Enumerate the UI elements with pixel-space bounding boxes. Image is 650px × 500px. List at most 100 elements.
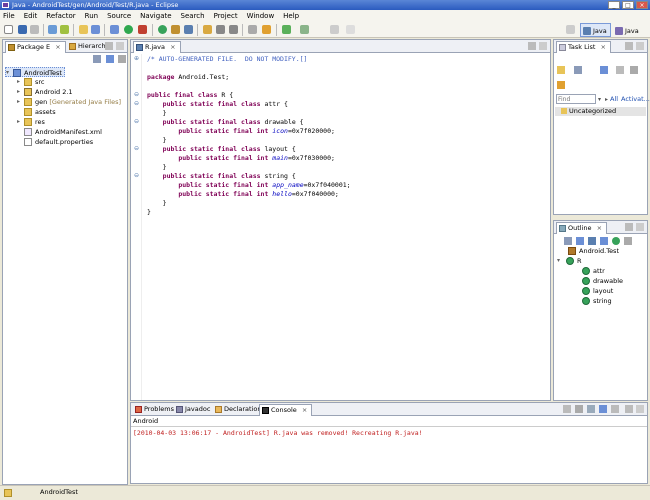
- maximize-view-icon[interactable]: [539, 42, 547, 50]
- tab-package-explorer[interactable]: Package E ×: [5, 41, 66, 53]
- expand-twisty-icon[interactable]: ▸: [17, 117, 23, 127]
- tab-declaration[interactable]: Declaration: [213, 404, 265, 416]
- fold-collapse-icon[interactable]: ⊖: [133, 172, 140, 179]
- minimize-view-icon[interactable]: [625, 223, 633, 231]
- collapse-twisty-icon[interactable]: ▾: [557, 256, 563, 266]
- code-editor[interactable]: ⊕ ⊖ ⊖ ⊖ ⊖ ⊖ /* AUTO-GENERATED FILE. DO N…: [131, 54, 550, 400]
- annotation-prev-icon[interactable]: [229, 25, 238, 34]
- tree-item-assets[interactable]: assets: [17, 107, 117, 117]
- perspective-java-ee[interactable]: Java EE: [612, 23, 650, 49]
- minimize-button[interactable]: _: [608, 1, 620, 9]
- tree-item-gen[interactable]: ▸ gen [Generated Java Files]: [17, 97, 129, 107]
- outline-item-attr[interactable]: attr: [582, 266, 646, 276]
- tree-item-androidtest[interactable]: ▾ AndroidTest: [5, 67, 65, 77]
- collapse-twisty-icon[interactable]: ▾: [6, 68, 12, 78]
- maximize-button[interactable]: □: [622, 1, 634, 9]
- minimize-view-icon[interactable]: [105, 42, 113, 50]
- expand-twisty-icon[interactable]: ▸: [17, 87, 23, 97]
- close-icon[interactable]: ×: [55, 43, 60, 51]
- activate-link[interactable]: Activat...: [621, 95, 650, 103]
- tree-item-manifest[interactable]: AndroidManifest.xml: [17, 127, 117, 137]
- outline-item-package[interactable]: Android.Test: [568, 246, 646, 256]
- filter-icon[interactable]: [600, 66, 608, 74]
- close-icon[interactable]: ×: [597, 224, 602, 232]
- menu-run[interactable]: Run: [85, 12, 98, 20]
- outline-item-drawable[interactable]: drawable: [582, 276, 646, 286]
- expand-twisty-icon[interactable]: ▸: [17, 77, 23, 87]
- last-edit-icon[interactable]: [248, 25, 257, 34]
- close-button[interactable]: ×: [636, 1, 648, 9]
- menu-navigate[interactable]: Navigate: [140, 12, 171, 20]
- all-link[interactable]: All: [610, 95, 618, 103]
- menu-source[interactable]: Source: [107, 12, 131, 20]
- menu-help[interactable]: Help: [283, 12, 299, 20]
- display-console-icon[interactable]: [599, 405, 607, 413]
- category-row[interactable]: Uncategorized: [555, 107, 646, 116]
- close-icon[interactable]: ×: [170, 43, 175, 51]
- tab-task-list[interactable]: Task List ×: [556, 41, 611, 53]
- collapse-all-icon[interactable]: [616, 66, 624, 74]
- perspective-java[interactable]: Java: [580, 23, 611, 37]
- outline-item-r[interactable]: ▾ R: [557, 256, 645, 266]
- outline-item-layout[interactable]: layout: [582, 286, 646, 296]
- hide-static-icon[interactable]: [588, 237, 596, 245]
- open-perspective-icon[interactable]: [566, 25, 575, 34]
- close-icon[interactable]: ×: [302, 406, 307, 414]
- scroll-lock-icon[interactable]: [563, 405, 571, 413]
- menu-file[interactable]: File: [3, 12, 15, 20]
- menu-project[interactable]: Project: [214, 12, 238, 20]
- maximize-view-icon[interactable]: [636, 42, 644, 50]
- menu-window[interactable]: Window: [247, 12, 275, 20]
- clear-console-icon[interactable]: [575, 405, 583, 413]
- fold-collapse-icon[interactable]: ⊖: [133, 145, 140, 152]
- find-dropdown-icon[interactable]: ▾: [598, 96, 601, 103]
- tab-outline[interactable]: Outline ×: [556, 222, 608, 234]
- view-menu-icon[interactable]: [630, 66, 638, 74]
- link-with-editor-icon[interactable]: [106, 55, 114, 63]
- minimize-view-icon[interactable]: [528, 42, 536, 50]
- new-task-icon[interactable]: [557, 66, 565, 74]
- back-history-icon[interactable]: [330, 25, 339, 34]
- categorize-icon[interactable]: [574, 66, 582, 74]
- maximize-view-icon[interactable]: [636, 223, 644, 231]
- external-tools-icon[interactable]: [138, 25, 147, 34]
- tab-problems[interactable]: Problems: [133, 404, 178, 416]
- android-avd-icon[interactable]: [60, 25, 69, 34]
- outline-item-string[interactable]: string: [582, 296, 646, 306]
- minimize-view-icon[interactable]: [625, 405, 633, 413]
- collapse-all-icon[interactable]: [93, 55, 101, 63]
- menu-search[interactable]: Search: [181, 12, 205, 20]
- new-icon[interactable]: [4, 25, 13, 34]
- open-task-icon[interactable]: [184, 25, 193, 34]
- tree-item-src[interactable]: ▸ src: [17, 77, 117, 87]
- hide-nonpublic-icon[interactable]: [600, 237, 608, 245]
- print-icon[interactable]: [30, 25, 39, 34]
- maximize-view-icon[interactable]: [116, 42, 124, 50]
- forward-history-icon[interactable]: [346, 25, 355, 34]
- tab-javadoc[interactable]: Javadoc: [174, 404, 214, 416]
- fold-collapse-icon[interactable]: ⊖: [133, 118, 140, 125]
- tree-item-android-lib[interactable]: ▸ Android 2.1: [17, 87, 117, 97]
- tree-item-res[interactable]: ▸ res: [17, 117, 117, 127]
- fold-collapse-icon[interactable]: ⊖: [133, 100, 140, 107]
- tab-console[interactable]: Console ×: [259, 404, 313, 416]
- view-menu-icon[interactable]: [624, 237, 632, 245]
- forward-icon[interactable]: [300, 25, 309, 34]
- expand-twisty-icon[interactable]: ▸: [17, 97, 23, 107]
- fast-view-icon[interactable]: [4, 489, 12, 497]
- hide-fields-icon[interactable]: [576, 237, 584, 245]
- open-type-icon[interactable]: [171, 25, 180, 34]
- save-icon[interactable]: [18, 25, 27, 34]
- hide-local-types-icon[interactable]: [612, 237, 620, 245]
- tab-r-java[interactable]: R.java ×: [133, 41, 181, 53]
- new-class-icon[interactable]: [158, 25, 167, 34]
- back-icon[interactable]: [282, 25, 291, 34]
- annotation-next-icon[interactable]: [216, 25, 225, 34]
- focus-task-icon[interactable]: [557, 81, 565, 89]
- view-menu-icon[interactable]: [118, 55, 126, 63]
- fold-collapse-icon[interactable]: ⊖: [133, 91, 140, 98]
- run-icon[interactable]: [124, 25, 133, 34]
- fold-expand-icon[interactable]: ⊕: [133, 55, 140, 62]
- tree-item-default-properties[interactable]: default.properties: [17, 137, 117, 147]
- maximize-view-icon[interactable]: [636, 405, 644, 413]
